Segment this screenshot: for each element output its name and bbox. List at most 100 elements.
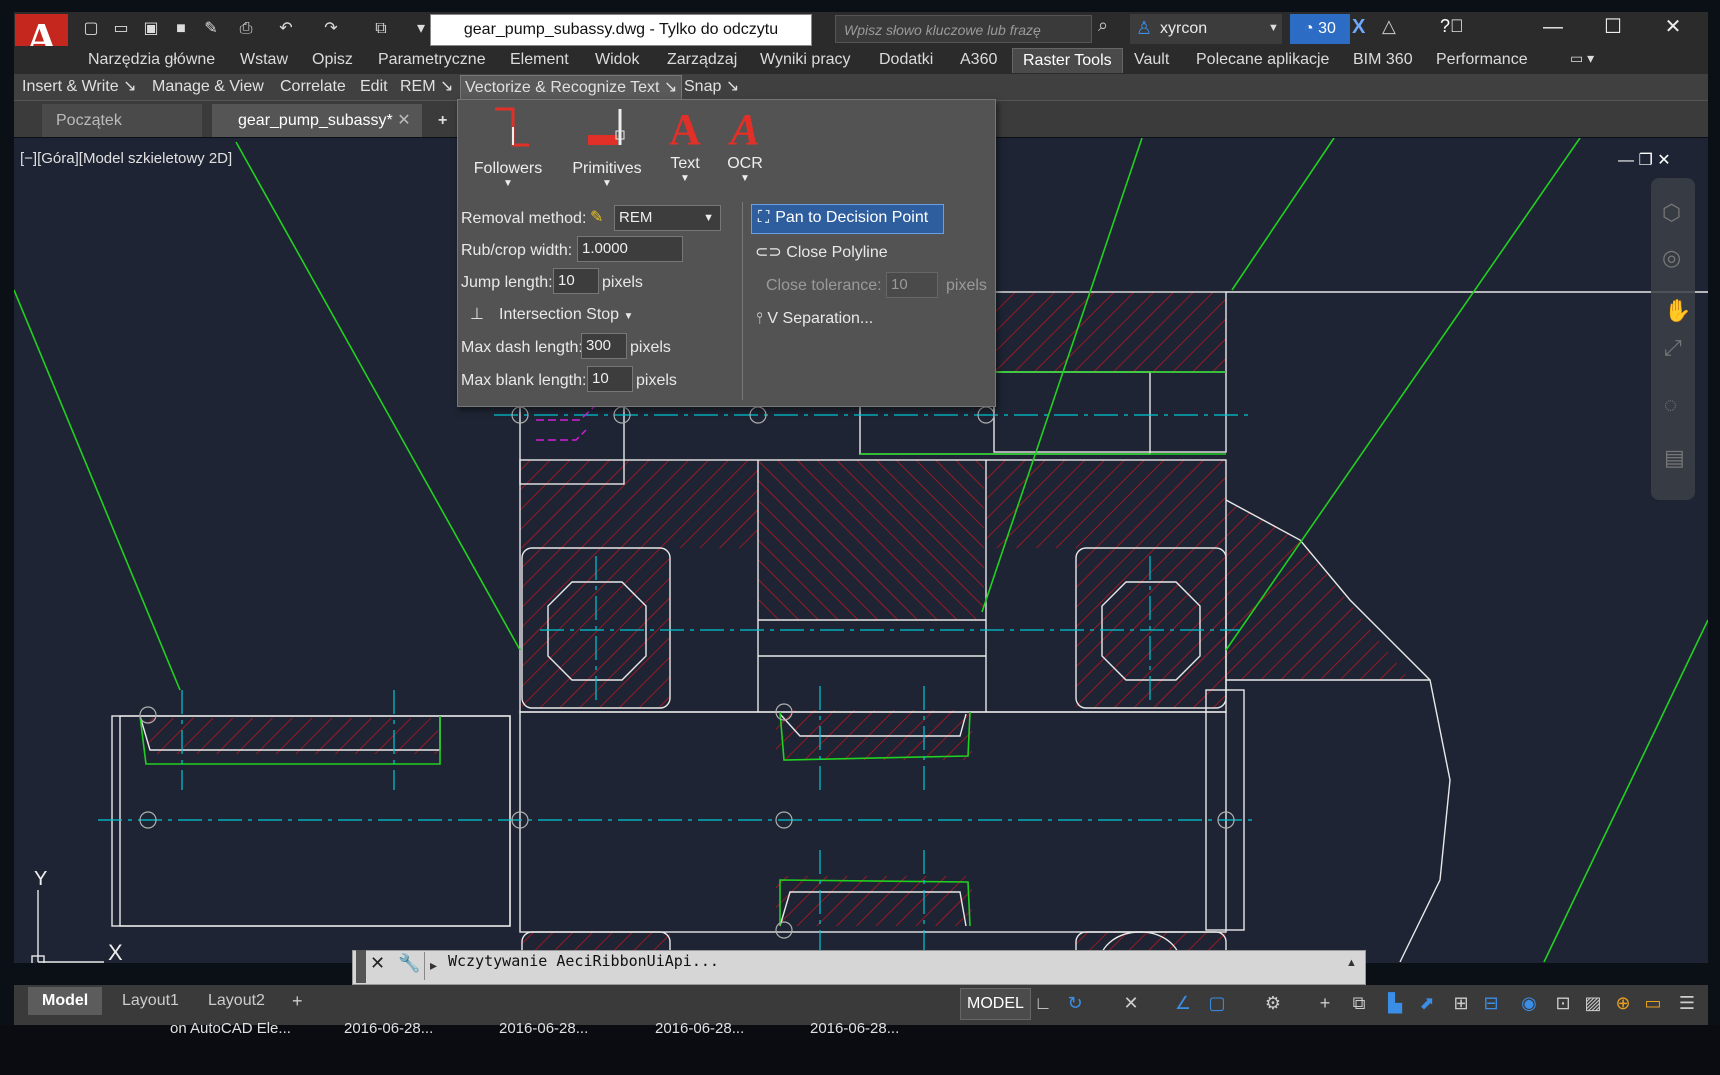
v-separation-button[interactable]: ⫯ V Separation... [756,310,873,328]
subscription-badge[interactable]: ◔ 30 [1290,14,1350,44]
close-tolerance-input[interactable]: 10 [886,272,938,298]
panel-insert-write[interactable]: Insert & Write ↘ [22,75,136,99]
command-prompt-icon[interactable]: ▸ [430,957,437,974]
panel-rem[interactable]: REM ↘ [400,75,453,99]
wrench-icon[interactable]: 🔧 [398,953,420,974]
a360-icon[interactable]: △ [1382,16,1396,37]
workspace-icon[interactable]: ⧉ [370,18,392,40]
tab-widok[interactable]: Widok [595,48,639,72]
print-icon[interactable]: ⎙ [235,18,257,40]
zoom-extents-icon[interactable]: ⤢ [1664,335,1682,361]
snap-icon[interactable]: ↻ [1062,990,1088,1016]
taskbar-item[interactable]: 2016-06-28... [499,1020,588,1037]
tab-start[interactable]: Początek [42,104,202,137]
tab-layout2[interactable]: Layout2 [196,987,277,1015]
clean-screen-icon[interactable]: ▭ [1640,990,1666,1016]
raster-icon[interactable]: ⊡ [1550,990,1576,1016]
exchange-icon[interactable]: X [1352,16,1365,39]
chevron-down-icon[interactable]: ▼ [1268,22,1279,34]
tab-bim-360[interactable]: BIM 360 [1353,48,1413,72]
units-icon[interactable]: ⊞ [1448,990,1474,1016]
raster-tools-icon[interactable]: ⊕ [1610,990,1636,1016]
tab-layout1[interactable]: Layout1 [110,987,191,1015]
hardware-accel-icon[interactable]: ◉ [1516,990,1542,1016]
command-input[interactable]: Wczytywanie AeciRibbonUiApi... [448,952,719,980]
minimize-button[interactable]: — [1530,12,1576,42]
tab-a360[interactable]: A360 [960,48,997,72]
save-as-icon[interactable]: ✎ [200,18,222,40]
taskbar-item[interactable]: 2016-06-28... [344,1020,433,1037]
grid-icon[interactable]: ∟ [1030,990,1056,1016]
undo-icon[interactable]: ↶ [275,18,297,40]
tab-parametryczne[interactable]: Parametryczne [378,48,486,72]
polar-icon[interactable]: ∠ [1170,990,1196,1016]
panel-snap[interactable]: Snap ↘ [684,75,739,99]
tab-dodatki[interactable]: Dodatki [879,48,933,72]
taskbar-item[interactable]: on AutoCAD Ele... [170,1020,291,1037]
viewport-window-controls[interactable]: — ❐ ✕ [1618,150,1671,170]
command-history-icon[interactable]: ▲ [1346,957,1357,969]
panel-correlate[interactable]: Correlate [280,75,346,99]
tab-vault[interactable]: Vault [1134,48,1169,72]
ribbon-minimize-icon[interactable]: ▭ ▾ [1570,50,1594,67]
tab-wyniki-pracy[interactable]: Wyniki pracy [760,48,851,72]
panel-vectorize-recognize-text[interactable]: Vectorize & Recognize Text ↘ [460,75,683,101]
jump-length-input[interactable]: 10 [553,268,599,294]
panel-manage-view[interactable]: Manage & View [152,75,264,99]
followers-button[interactable]: Followers ▼ [472,105,544,189]
close-polyline-button[interactable]: ⊂⊃ Close Polyline [755,242,888,262]
plus-icon[interactable]: + [1312,990,1338,1016]
open-sheet-icon[interactable]: ▣ [140,18,162,40]
primitives-button[interactable]: Primitives ▼ [568,105,646,189]
viewport-controls[interactable]: [−][Góra][Model szkieletowy 2D] [20,150,232,167]
ocr-button[interactable]: A OCR ▼ [718,105,772,184]
rub-crop-input[interactable]: 1.0000 [577,236,683,262]
tab-polecane-aplikacje[interactable]: Polecane aplikacje [1196,48,1329,72]
tab-opisz[interactable]: Opisz [312,48,353,72]
workspace-icon-status[interactable]: ▙ [1382,990,1408,1016]
max-dash-input[interactable]: 300 [581,333,627,359]
tab-performance[interactable]: Performance [1436,48,1528,72]
save-icon[interactable]: ■ [170,18,192,40]
taskbar-item[interactable]: 2016-06-28... [655,1020,744,1037]
open-icon[interactable]: ▭ [110,18,132,40]
tab-drawing[interactable]: gear_pump_subassy* ✕ [212,104,422,137]
new-icon[interactable]: ▢ [80,18,102,40]
image-icon[interactable]: ▨ [1580,990,1606,1016]
ortho-icon[interactable]: ✕ [1118,990,1144,1016]
tab-zarzadzaj[interactable]: Zarządzaj [667,48,737,72]
orbit-icon[interactable]: ◎ [1662,245,1681,271]
model-space-button[interactable]: MODEL [960,988,1031,1020]
removal-method-select[interactable]: REM ▼ [614,205,721,231]
annotation-icon[interactable]: ⧉ [1346,990,1372,1016]
isolate-icon[interactable]: ⬈ [1414,990,1440,1016]
panel-edit[interactable]: Edit [360,75,388,99]
new-tab-button[interactable]: + [438,104,447,137]
pan-to-decision-point-button[interactable]: ⛶ Pan to Decision Point [751,204,944,234]
taskbar-item[interactable]: 2016-06-28... [810,1020,899,1037]
close-command-icon[interactable]: ✕ [370,953,385,974]
steeringwheel-icon[interactable]: ⬡ [1662,200,1681,226]
tab-narzedzia-glowne[interactable]: Narzędzia główne [88,48,215,72]
tab-raster-tools[interactable]: Raster Tools [1012,48,1123,73]
customize-menu-icon[interactable]: ☰ [1674,990,1700,1016]
quick-properties-icon[interactable]: ⊟ [1478,990,1504,1016]
add-layout-button[interactable]: + [292,987,303,1015]
search-input[interactable]: Wpisz słowo kluczowe lub frazę [835,15,1092,43]
close-tab-icon[interactable]: ✕ [397,112,410,129]
showmotion-icon[interactable]: ▤ [1664,445,1685,471]
max-blank-input[interactable]: 10 [587,366,633,392]
help-icon[interactable]: ?⃝ [1440,16,1464,37]
binoculars-icon[interactable]: ⌕ [1098,15,1108,36]
text-button[interactable]: A Text ▼ [658,105,712,184]
maximize-button[interactable]: ☐ [1590,12,1636,42]
command-line-grip[interactable] [356,950,366,983]
close-button[interactable]: ✕ [1650,12,1696,42]
orbit-3d-icon[interactable]: ◌ [1664,392,1677,418]
osnap-icon[interactable]: ▢ [1204,990,1230,1016]
tab-wstaw[interactable]: Wstaw [240,48,288,72]
tab-model[interactable]: Model [28,987,103,1015]
redo-icon[interactable]: ↷ [320,18,342,40]
intersection-stop-button[interactable]: Intersection Stop ▼ [499,306,633,324]
gear-icon[interactable]: ⚙ [1260,990,1286,1016]
